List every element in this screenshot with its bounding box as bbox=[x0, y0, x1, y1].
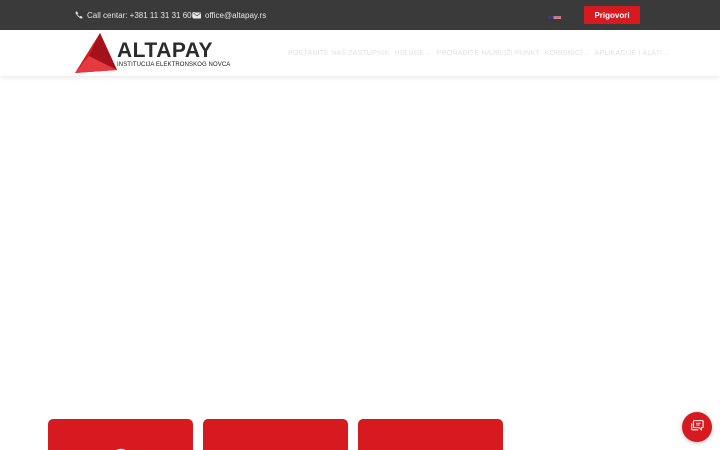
service-card[interactable] bbox=[48, 419, 193, 450]
logo-tagline: INSTITUCIJA ELEKTRONSKOG NOVCA bbox=[117, 62, 231, 68]
logo-triangle-icon bbox=[75, 33, 117, 73]
nav-item-apps-tools[interactable]: APLIKACIJE I ALATI ⌄ bbox=[595, 50, 670, 57]
chat-button[interactable] bbox=[682, 412, 712, 442]
logo[interactable]: ALTAPAY INSTITUCIJA ELEKTRONSKOG NOVCA bbox=[74, 32, 234, 74]
chevron-down-icon: ⌄ bbox=[664, 50, 670, 57]
us-flag-icon[interactable] bbox=[548, 11, 561, 19]
email-link[interactable]: office@altapay.rs bbox=[193, 0, 266, 30]
card-icon bbox=[266, 445, 286, 450]
nav-item-users[interactable]: KORISNICI ⌄ bbox=[545, 50, 590, 57]
complaints-button[interactable]: Prigovori bbox=[584, 6, 640, 24]
nav-item-become-agent[interactable]: POSTANITE NAŠ ZASTUPNIK bbox=[288, 50, 389, 57]
phone-link[interactable]: Call centar: +381 11 31 31 600 bbox=[75, 0, 196, 30]
envelope-icon bbox=[193, 12, 201, 19]
service-card[interactable] bbox=[358, 419, 503, 450]
main-nav: POSTANITE NAŠ ZASTUPNIK USLUGE ⌄ PRONAĐI… bbox=[288, 30, 670, 76]
card-icon bbox=[411, 445, 451, 450]
nav-item-find-location[interactable]: PRONAĐITE NAJBLIŽI PUNKT bbox=[437, 50, 540, 57]
phone-icon bbox=[75, 11, 83, 19]
nav-item-services[interactable]: USLUGE ⌄ bbox=[394, 50, 431, 57]
top-bar: Call centar: +381 11 31 31 600 office@al… bbox=[0, 0, 720, 30]
email-text: office@altapay.rs bbox=[205, 10, 267, 20]
main-header: ALTAPAY INSTITUCIJA ELEKTRONSKOG NOVCA P… bbox=[0, 30, 720, 76]
logo-wordmark: ALTAPAY bbox=[117, 39, 214, 62]
chat-icon bbox=[690, 418, 704, 437]
chevron-down-icon: ⌄ bbox=[584, 50, 590, 57]
phone-text: Call centar: +381 11 31 31 600 bbox=[87, 10, 197, 20]
service-card[interactable] bbox=[203, 419, 348, 450]
card-icon bbox=[111, 445, 131, 450]
chevron-down-icon: ⌄ bbox=[426, 50, 432, 57]
page: Call centar: +381 11 31 31 600 office@al… bbox=[0, 0, 720, 450]
